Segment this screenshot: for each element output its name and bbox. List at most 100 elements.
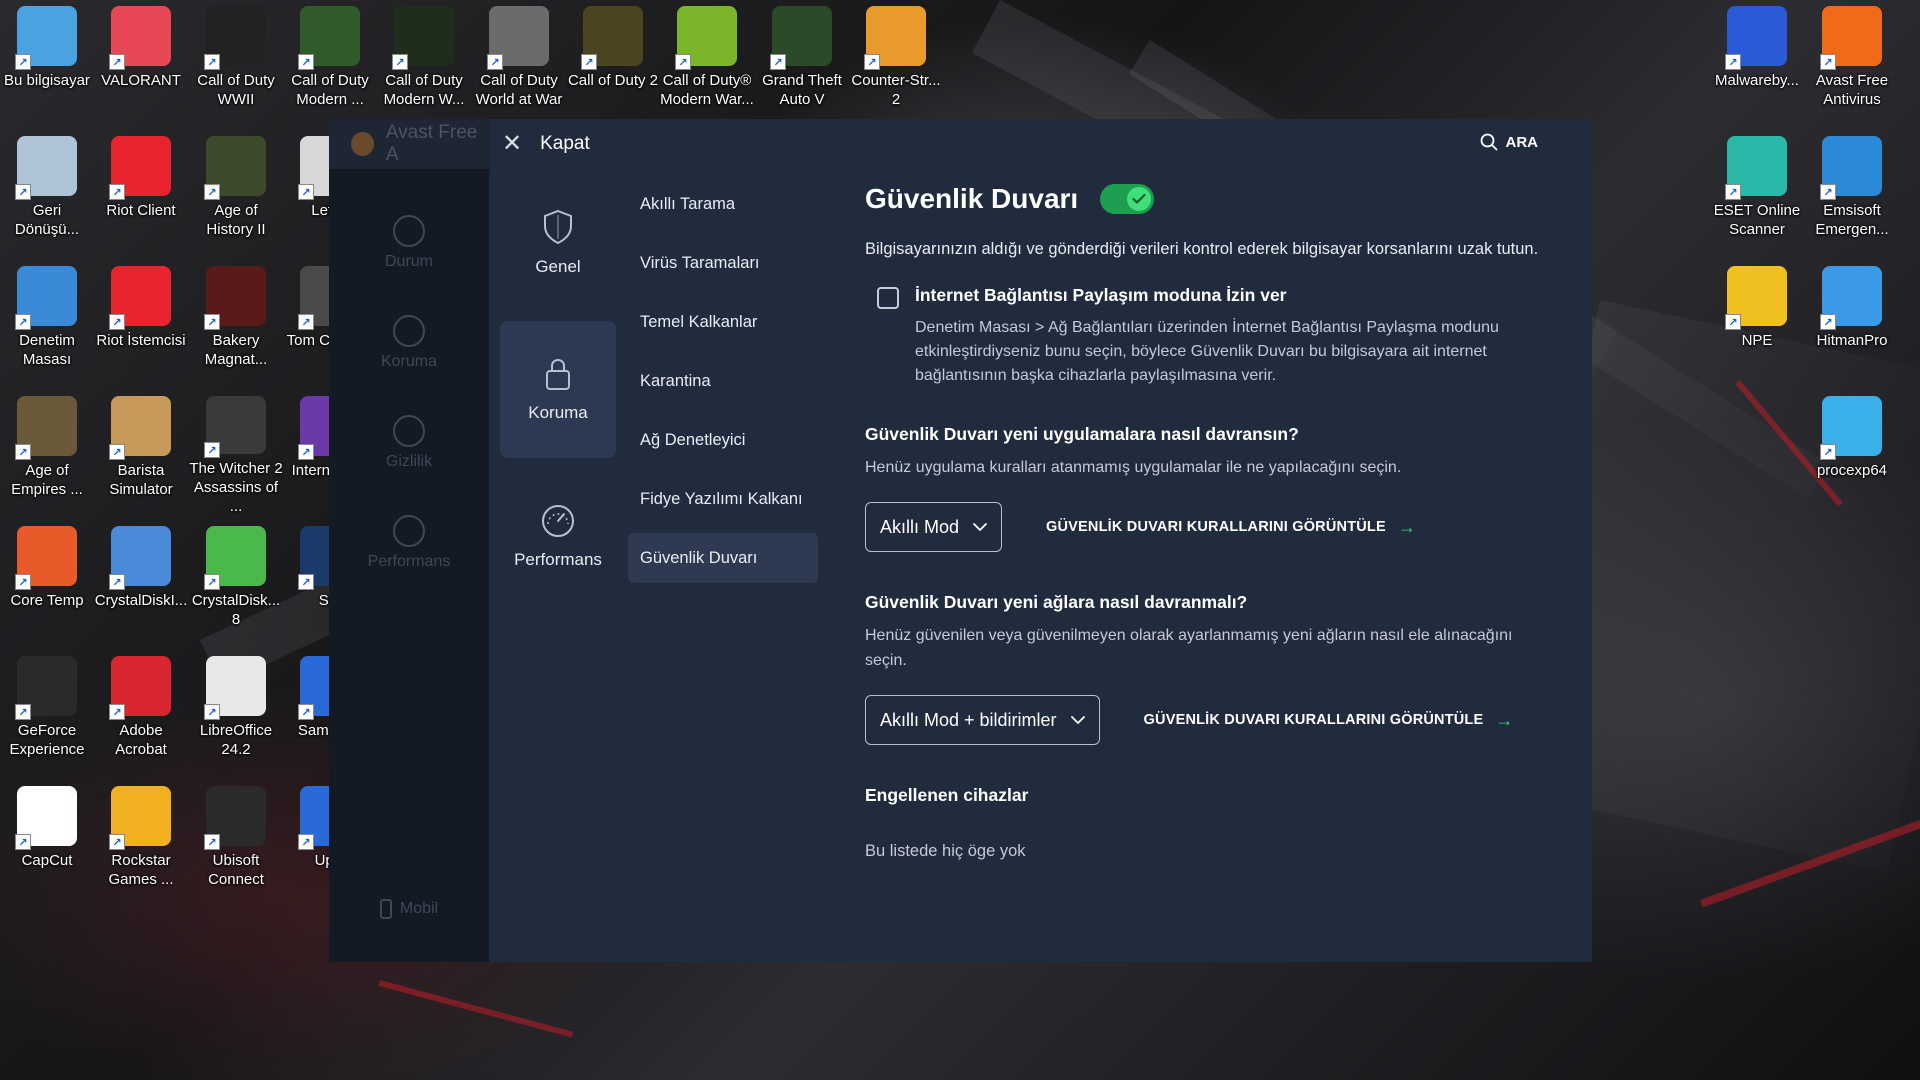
category-genel[interactable]: Genel: [500, 174, 616, 311]
desktop-shortcut[interactable]: ↗ Malwareby...: [1710, 0, 1804, 126]
desktop-shortcut-label: Malwareby...: [1715, 72, 1799, 89]
riot-client-icon: ↗: [109, 266, 171, 330]
avast-sidebar: Durum Koruma Gizlilik Performans Mobil: [329, 169, 489, 962]
search-button[interactable]: ARA: [1480, 133, 1538, 151]
desktop-shortcut[interactable]: ↗ Call of Duty® Modern War...: [660, 0, 754, 126]
shortcut-arrow-icon: ↗: [298, 184, 314, 200]
shortcut-arrow-icon: ↗: [1820, 184, 1836, 200]
shortcut-arrow-icon: ↗: [15, 444, 31, 460]
desktop-shortcut[interactable]: ↗ procexp64: [1805, 390, 1899, 516]
desktop-shortcut[interactable]: ↗ Counter-Str... 2: [849, 0, 943, 126]
desktop-shortcut[interactable]: ↗ Age of Empires ...: [0, 390, 94, 516]
avast-nav-durum[interactable]: Durum: [329, 199, 489, 299]
firewall-toggle[interactable]: [1100, 184, 1155, 214]
networks-rules-link[interactable]: GÜVENLİK DUVARI KURALLARINI GÖRÜNTÜLE →: [1144, 710, 1514, 731]
desktop-shortcut[interactable]: ↗ Emsisoft Emergen...: [1805, 130, 1899, 256]
desktop-shortcut[interactable]: ↗ Geri Dönüşü...: [0, 130, 94, 256]
desktop-shortcut[interactable]: ↗ HitmanPro: [1805, 260, 1899, 386]
desktop-shortcut[interactable]: ↗ ESET Online Scanner: [1710, 130, 1804, 256]
lock-icon: [393, 315, 425, 347]
desktop-shortcut[interactable]: ↗ Riot Client: [94, 130, 188, 256]
desktop-shortcut-label: Barista Simulator: [109, 462, 173, 498]
desktop-shortcut[interactable]: ↗ LibreOffice 24.2: [189, 650, 283, 776]
ics-checkbox[interactable]: [877, 287, 899, 309]
desktop-shortcut[interactable]: ↗ Denetim Masası: [0, 260, 94, 386]
desktop-shortcut[interactable]: ↗ CrystalDiskI...: [94, 520, 188, 646]
norton-npe-icon: ↗: [1725, 266, 1787, 330]
desktop-shortcut[interactable]: ↗ Call of Duty WWII: [189, 0, 283, 126]
settings-panel: ✕ Kapat ARA Genel Koruma Performans Akıl…: [490, 119, 1592, 962]
shortcut-arrow-icon: ↗: [109, 574, 125, 590]
submenu-fidye-yazilimi-kalkani[interactable]: Fidye Yazılımı Kalkanı: [628, 474, 818, 524]
apps-mode-value: Akıllı Mod: [880, 516, 960, 537]
close-button[interactable]: ✕ Kapat: [502, 129, 590, 159]
desktop-shortcut-label: The Witcher 2 Assassins of ...: [189, 460, 283, 515]
apps-rules-link[interactable]: GÜVENLİK DUVARI KURALLARINI GÖRÜNTÜLE →: [1046, 517, 1416, 538]
apps-mode-select[interactable]: Akıllı Mod: [865, 502, 1003, 552]
desktop-shortcut[interactable]: ↗ Call of Duty 2: [566, 0, 660, 126]
desktop-shortcut[interactable]: ↗ Rockstar Games ...: [94, 780, 188, 906]
desktop-shortcut[interactable]: ↗ GeForce Experience: [0, 650, 94, 776]
desktop-shortcut[interactable]: ↗ NPE: [1710, 260, 1804, 386]
avast-nav-gizlilik[interactable]: Gizlilik: [329, 399, 489, 499]
desktop-shortcut-label: Call of Duty® Modern War...: [660, 72, 754, 108]
shortcut-arrow-icon: ↗: [15, 184, 31, 200]
submenu-akilli-tarama[interactable]: Akıllı Tarama: [628, 179, 818, 229]
shortcut-arrow-icon: ↗: [204, 442, 220, 458]
desktop-shortcut-label: Ubisoft Connect: [208, 852, 264, 888]
desktop-shortcut-label: HitmanPro: [1816, 332, 1888, 349]
desktop-shortcut[interactable]: ↗ VALORANT: [94, 0, 188, 126]
desktop-shortcut-label: GeForce Experience: [9, 722, 85, 758]
avast-nav-mobil[interactable]: Mobil: [329, 899, 489, 939]
desktop-shortcut[interactable]: ↗ Call of Duty World at War: [472, 0, 566, 126]
hitmanpro-icon: ↗: [1820, 266, 1882, 330]
ics-checkbox-label[interactable]: İnternet Bağlantısı Paylaşım moduna İzin…: [915, 285, 1287, 306]
settings-categories: Genel Koruma Performans: [500, 174, 616, 615]
desktop-shortcut[interactable]: ↗ Call of Duty Modern W...: [377, 0, 471, 126]
networks-mode-select[interactable]: Akıllı Mod + bildirimler: [865, 695, 1100, 745]
shortcut-arrow-icon: ↗: [1725, 184, 1741, 200]
shortcut-arrow-icon: ↗: [770, 54, 786, 70]
riot-client-icon: ↗: [109, 136, 171, 200]
desktop-shortcut[interactable]: ↗ Grand Theft Auto V: [755, 0, 849, 126]
crystaldiskinfo-icon: ↗: [109, 526, 171, 590]
desktop-shortcut[interactable]: ↗ Riot İstemcisi: [94, 260, 188, 386]
desktop-shortcut[interactable]: ↗ Bakery Magnat...: [189, 260, 283, 386]
desktop-shortcut[interactable]: ↗ Ubisoft Connect: [189, 780, 283, 906]
desktop-shortcut[interactable]: ↗ Core Temp: [0, 520, 94, 646]
avast-nav-performans[interactable]: Performans: [329, 499, 489, 599]
desktop-shortcut[interactable]: ↗ The Witcher 2 Assassins of ...: [189, 390, 283, 516]
desktop-shortcut[interactable]: ↗ Barista Simulator: [94, 390, 188, 516]
shortcut-arrow-icon: ↗: [487, 54, 503, 70]
desktop-shortcut-label: ESET Online Scanner: [1713, 202, 1801, 238]
submenu-virus-taramalari[interactable]: Virüs Taramaları: [628, 238, 818, 288]
settings-header: ✕ Kapat ARA: [490, 119, 1592, 169]
category-koruma[interactable]: Koruma: [500, 321, 616, 458]
category-performans[interactable]: Performans: [500, 468, 616, 605]
desktop-shortcut[interactable]: ↗ CapCut: [0, 780, 94, 906]
barista-icon: ↗: [109, 396, 171, 460]
shortcut-arrow-icon: ↗: [109, 54, 125, 70]
desktop-shortcut-label: Bu bilgisayar: [4, 72, 90, 89]
submenu-guvenlik-duvari[interactable]: Güvenlik Duvarı: [628, 533, 818, 583]
shortcut-arrow-icon: ↗: [581, 54, 597, 70]
witcher-icon: ↗: [204, 396, 266, 458]
desktop-shortcut-label: Riot Client: [106, 202, 176, 219]
desktop-shortcut[interactable]: ↗ Age of History II: [189, 130, 283, 256]
bakery-icon: ↗: [204, 266, 266, 330]
desktop-shortcut-label: Call of Duty Modern W...: [383, 72, 465, 108]
shortcut-arrow-icon: ↗: [204, 314, 220, 330]
submenu-ag-denetleyici[interactable]: Ağ Denetleyici: [628, 415, 818, 465]
desktop-shortcut[interactable]: ↗ Call of Duty Modern ...: [283, 0, 377, 126]
desktop-shortcut[interactable]: ↗ CrystalDisk... 8: [189, 520, 283, 646]
submenu-temel-kalkanlar[interactable]: Temel Kalkanlar: [628, 297, 818, 347]
desktop-shortcut[interactable]: ↗ Adobe Acrobat: [94, 650, 188, 776]
desktop-shortcut[interactable]: ↗ Bu bilgisayar: [0, 0, 94, 126]
submenu-karantina[interactable]: Karantina: [628, 356, 818, 406]
shortcut-arrow-icon: ↗: [15, 54, 31, 70]
avast-nav-koruma[interactable]: Koruma: [329, 299, 489, 399]
arrow-right-icon: →: [1397, 516, 1417, 537]
shortcut-arrow-icon: ↗: [298, 574, 314, 590]
desktop-shortcut[interactable]: ↗ Avast Free Antivirus: [1805, 0, 1899, 126]
networks-mode-value: Akıllı Mod + bildirimler: [880, 709, 1057, 730]
